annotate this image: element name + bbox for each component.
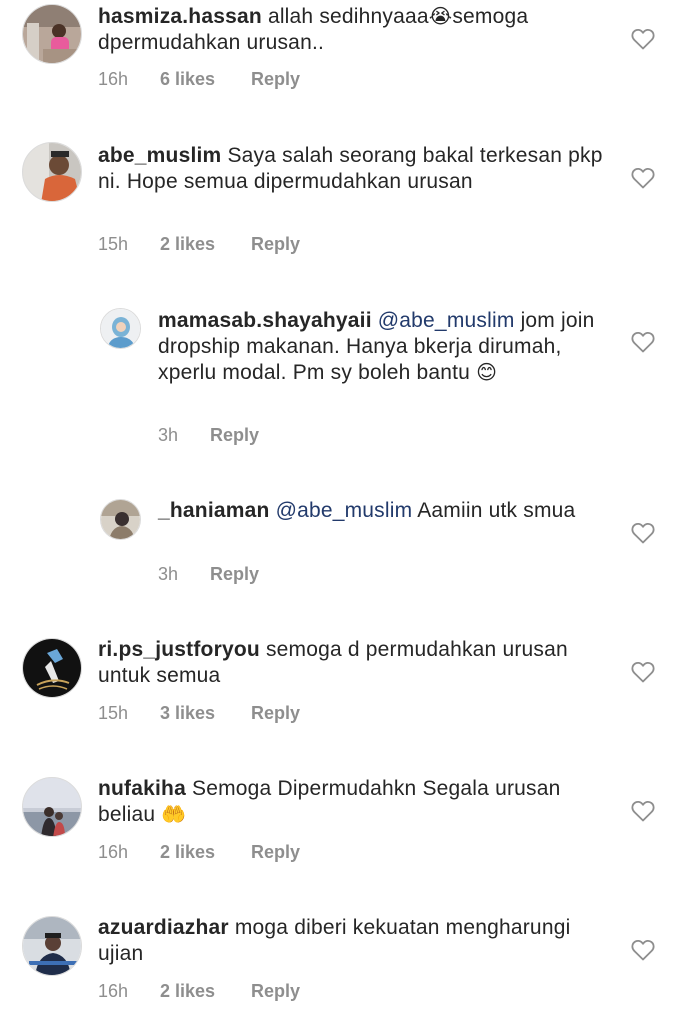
reply-button[interactable]: Reply <box>210 564 259 585</box>
username[interactable]: hasmiza.hassan <box>98 5 262 28</box>
timestamp: 16h <box>98 69 129 89</box>
timestamp: 15h <box>98 234 129 254</box>
comment-body: allah sedihnyaaa <box>267 5 429 28</box>
comment-body: Aamiin utk smua <box>417 499 576 522</box>
smile-emoji: 😊 <box>476 362 498 384</box>
mention-link[interactable]: @abe_muslim <box>276 499 413 522</box>
reply-button[interactable]: Reply <box>210 425 259 446</box>
avatar[interactable] <box>100 499 141 540</box>
comment-meta: 16h 2 likes Reply <box>98 842 300 863</box>
comment-meta: 3h Reply <box>158 425 259 446</box>
reply-button[interactable]: Reply <box>251 981 300 1002</box>
avatar[interactable] <box>22 142 82 202</box>
likes-count[interactable]: 2 likes <box>160 234 251 255</box>
timestamp: 3h <box>158 425 179 445</box>
timestamp: 15h <box>98 703 129 723</box>
comment-meta: 3h Reply <box>158 564 259 585</box>
username[interactable]: abe_muslim <box>98 144 221 167</box>
likes-count[interactable]: 3 likes <box>160 703 251 724</box>
palms-up-emoji: 🤲 <box>161 804 187 826</box>
timestamp: 3h <box>158 564 179 584</box>
avatar[interactable] <box>22 916 82 976</box>
comment-text: abe_muslim Saya salah seorang bakal terk… <box>98 143 603 195</box>
heart-outline-icon[interactable] <box>631 167 655 189</box>
crying-emoji: 😭 <box>428 6 453 28</box>
comment-meta: 15h 3 likes Reply <box>98 703 300 724</box>
timestamp: 16h <box>98 842 129 862</box>
avatar[interactable] <box>22 4 82 64</box>
likes-count[interactable]: 6 likes <box>160 69 251 90</box>
avatar[interactable] <box>22 777 82 837</box>
heart-outline-icon[interactable] <box>631 661 655 683</box>
username[interactable]: _haniaman <box>158 499 270 522</box>
comment-meta: 15h 2 likes Reply <box>98 234 300 255</box>
comment-text: azuardiazhar moga diberi kekuatan mengha… <box>98 915 603 967</box>
mention-link[interactable]: @abe_muslim <box>378 309 515 332</box>
comment-text: mamasab.shayahyaii @abe_muslim jom join … <box>158 308 598 386</box>
username[interactable]: nufakiha <box>98 777 186 800</box>
heart-outline-icon[interactable] <box>631 331 655 353</box>
username[interactable]: azuardiazhar <box>98 916 229 939</box>
comment-text: hasmiza.hassan allah sedihnyaaa😭semoga d… <box>98 4 598 56</box>
avatar[interactable] <box>22 638 82 698</box>
heart-outline-icon[interactable] <box>631 939 655 961</box>
comment-meta: 16h 2 likes Reply <box>98 981 300 1002</box>
reply-button[interactable]: Reply <box>251 234 300 255</box>
comment-text: nufakiha Semoga Dipermudahkn Segala urus… <box>98 776 603 828</box>
likes-count[interactable]: 2 likes <box>160 981 251 1002</box>
username[interactable]: ri.ps_justforyou <box>98 638 260 661</box>
likes-count[interactable]: 2 likes <box>160 842 251 863</box>
heart-outline-icon[interactable] <box>631 522 655 544</box>
comment-meta: 16h 6 likes Reply <box>98 69 300 90</box>
reply-button[interactable]: Reply <box>251 69 300 90</box>
comment-text: _haniaman @abe_muslim Aamiin utk smua <box>158 498 598 524</box>
reply-button[interactable]: Reply <box>251 703 300 724</box>
avatar[interactable] <box>100 308 141 349</box>
heart-outline-icon[interactable] <box>631 28 655 50</box>
username[interactable]: mamasab.shayahyaii <box>158 309 372 332</box>
reply-button[interactable]: Reply <box>251 842 300 863</box>
heart-outline-icon[interactable] <box>631 800 655 822</box>
comment-text: ri.ps_justforyou semoga d permudahkan ur… <box>98 637 603 689</box>
timestamp: 16h <box>98 981 129 1001</box>
